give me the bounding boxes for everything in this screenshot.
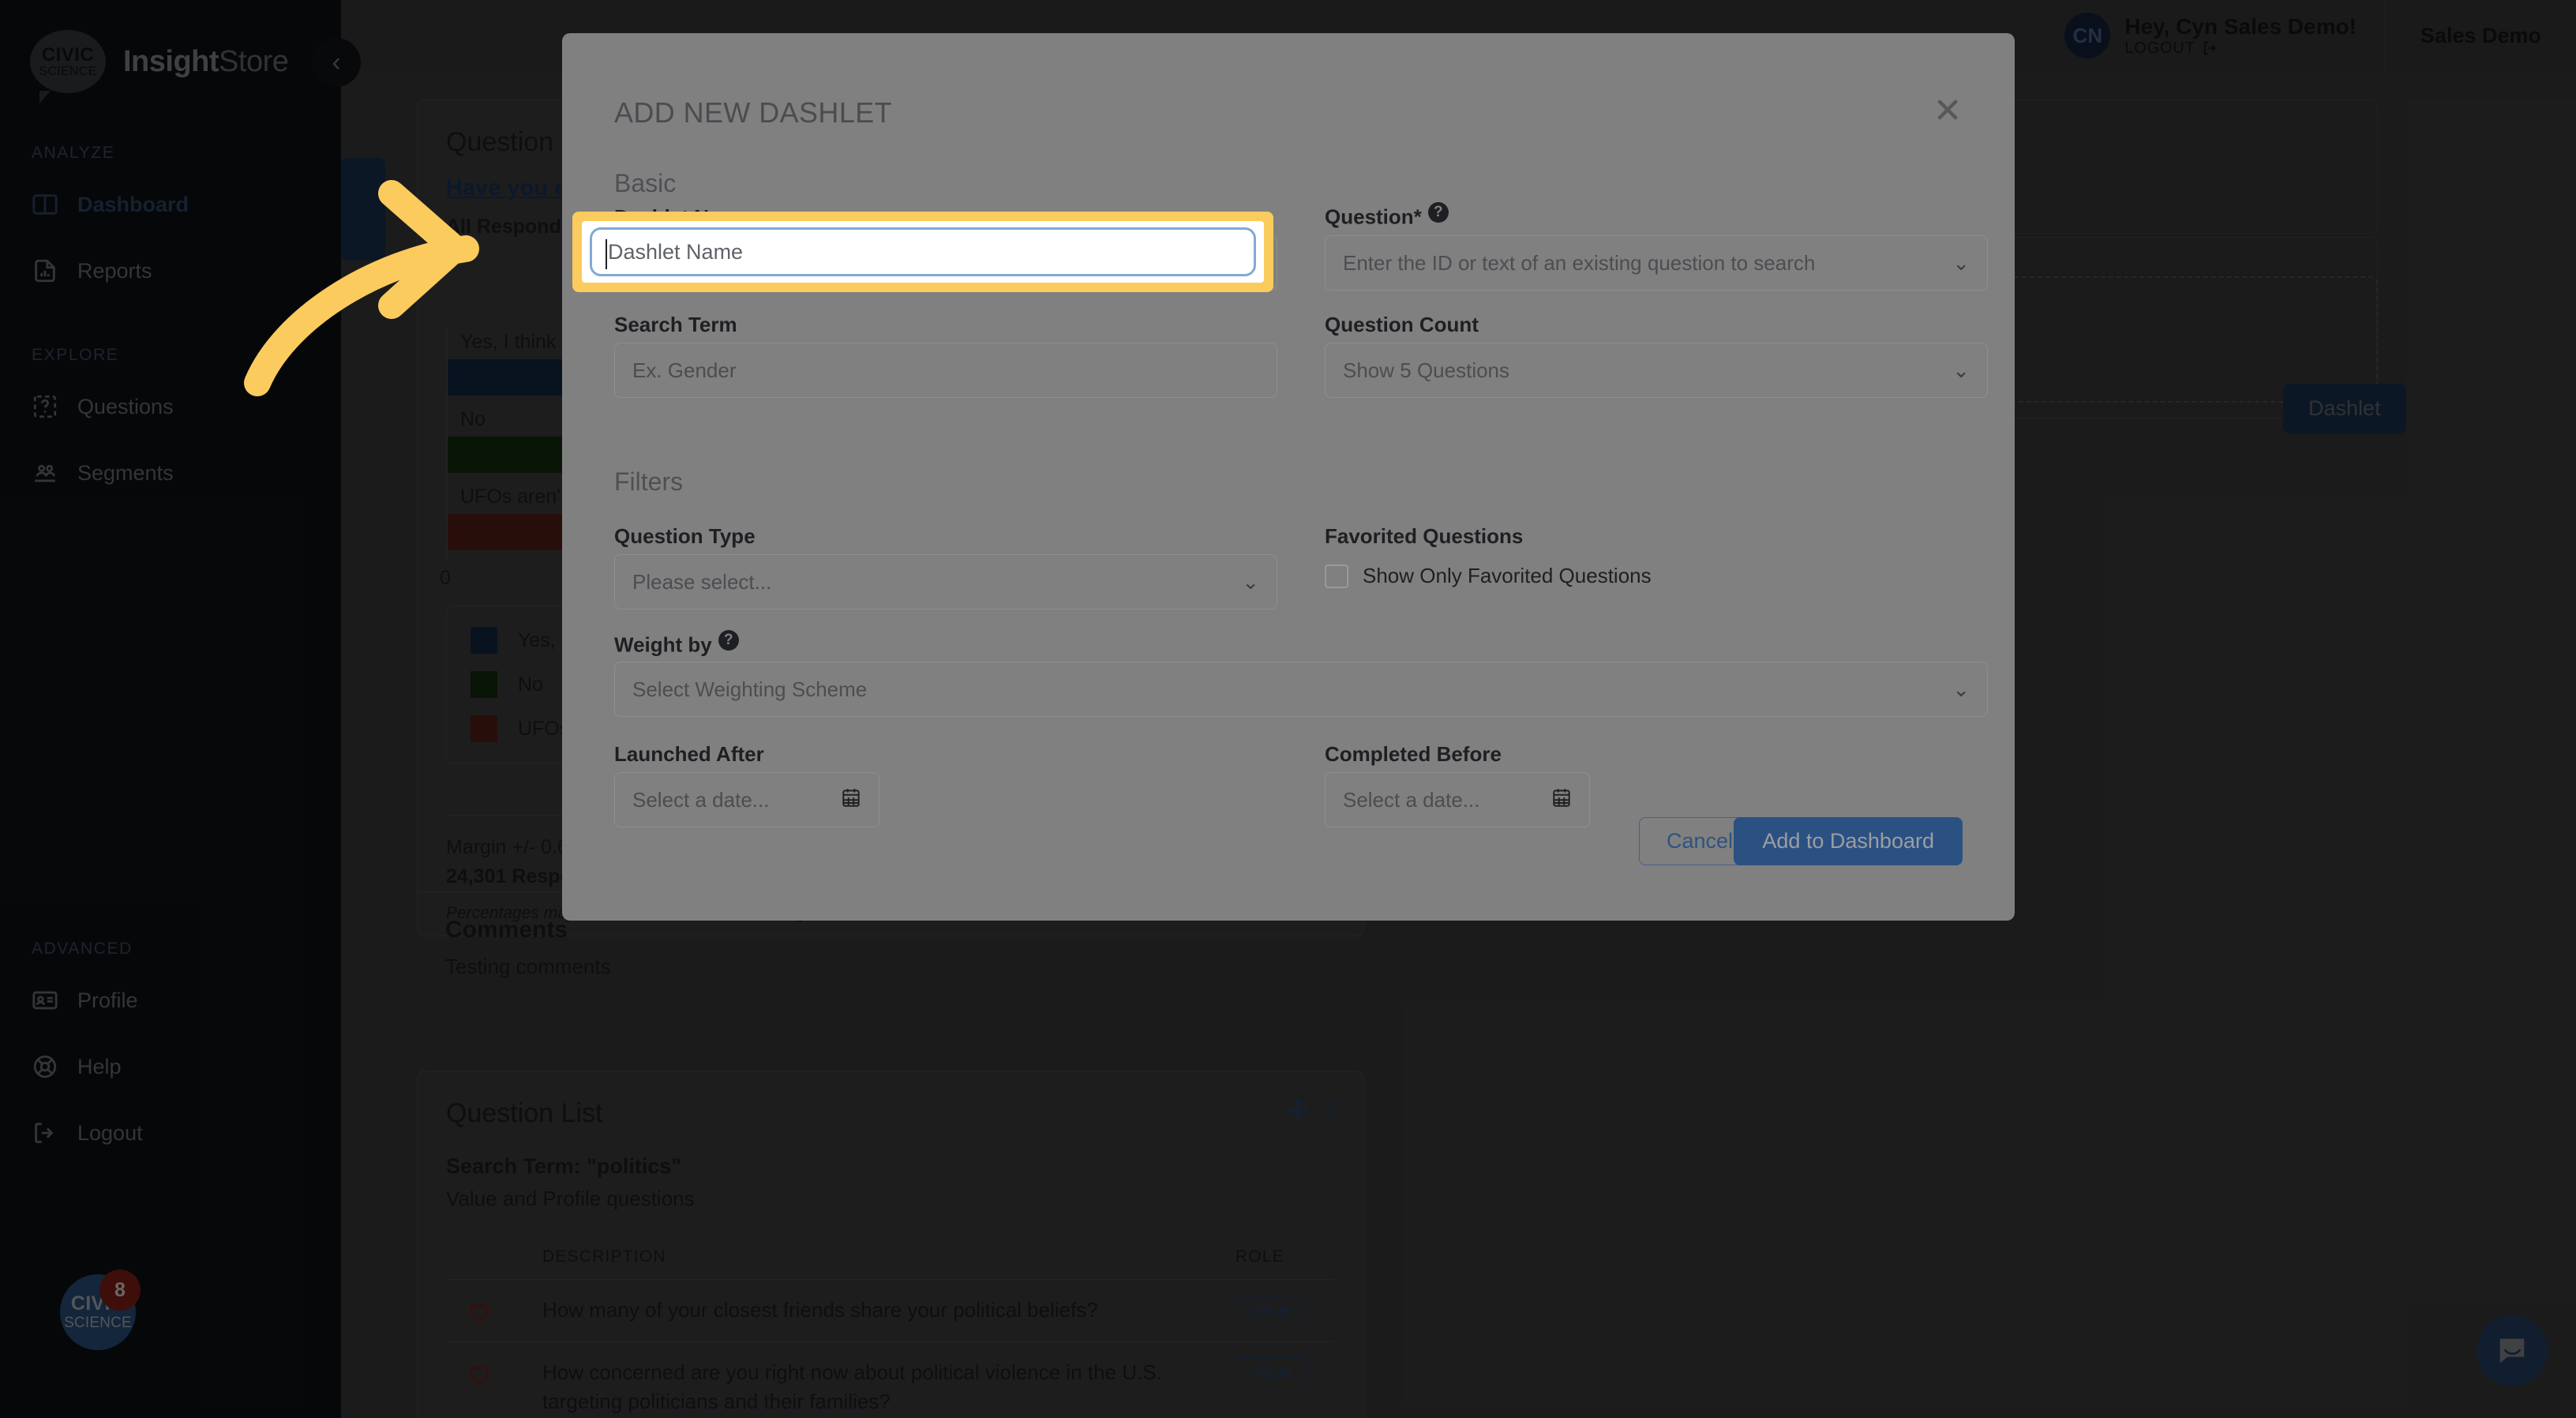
show-only-favorited-label: Show Only Favorited Questions bbox=[1363, 564, 1652, 587]
curved-arrow-icon bbox=[244, 180, 479, 396]
question-select[interactable]: Enter the ID or text of an existing ques… bbox=[1325, 235, 1988, 291]
completed-before-placeholder: Select a date... bbox=[1343, 787, 1480, 812]
required-marker: * bbox=[1413, 204, 1422, 229]
launched-after-label: Launched After bbox=[614, 742, 764, 766]
calendar-icon[interactable] bbox=[1551, 786, 1572, 814]
weight-by-label: Weight by? bbox=[614, 630, 739, 658]
text-caret bbox=[606, 239, 607, 269]
add-to-dashboard-button[interactable]: Add to Dashboard bbox=[1734, 817, 1963, 865]
weight-by-select[interactable]: Select Weighting Scheme ⌄ bbox=[614, 662, 1988, 717]
help-icon[interactable]: ? bbox=[1427, 202, 1449, 223]
section-title-filters: Filters bbox=[614, 467, 684, 496]
chevron-down-icon: ⌄ bbox=[1952, 677, 1970, 701]
question-label: Question*? bbox=[1325, 202, 1449, 230]
favorited-questions-label: Favorited Questions bbox=[1325, 524, 1524, 548]
completed-before-date-input[interactable]: Select a date... bbox=[1325, 772, 1590, 827]
show-only-favorited-checkbox[interactable] bbox=[1325, 564, 1348, 588]
app-root: CIVIC SCIENCE InsightStore ‹ ANALYZE Das… bbox=[0, 0, 2576, 1418]
question-type-label: Question Type bbox=[614, 524, 756, 548]
modal-title: ADD NEW DASHLET bbox=[614, 96, 893, 129]
chevron-down-icon: ⌄ bbox=[1952, 358, 1970, 382]
question-count-value: Show 5 Questions bbox=[1343, 358, 1510, 382]
weight-by-placeholder: Select Weighting Scheme bbox=[632, 677, 868, 701]
calendar-icon[interactable] bbox=[841, 786, 861, 814]
help-icon[interactable]: ? bbox=[718, 630, 739, 651]
launched-after-placeholder: Select a date... bbox=[632, 787, 770, 812]
section-title-basic: Basic bbox=[614, 169, 677, 197]
chevron-down-icon: ⌄ bbox=[1952, 250, 1970, 275]
dashlet-name-placeholder-highlighted: Dashlet Name bbox=[608, 239, 744, 264]
search-term-label: Search Term bbox=[614, 313, 737, 336]
show-only-favorited-checkbox-row[interactable]: Show Only Favorited Questions bbox=[1325, 564, 1652, 588]
search-term-placeholder: Ex. Gender bbox=[632, 358, 737, 382]
chevron-down-icon: ⌄ bbox=[1242, 569, 1259, 594]
dashlet-name-input-highlighted[interactable]: Dashlet Name bbox=[590, 227, 1256, 276]
question-type-value: Please select... bbox=[632, 569, 772, 594]
add-new-dashlet-modal: ADD NEW DASHLET ✕ Basic Dashlet Name Das… bbox=[562, 33, 2015, 921]
highlight-box: Dashlet Name bbox=[572, 212, 1273, 292]
question-count-label: Question Count bbox=[1325, 313, 1479, 336]
question-label-text: Question bbox=[1325, 204, 1414, 229]
weight-by-label-text: Weight by bbox=[614, 632, 712, 657]
search-term-input[interactable]: Ex. Gender bbox=[614, 343, 1277, 398]
question-type-select[interactable]: Please select... ⌄ bbox=[614, 554, 1277, 610]
question-placeholder: Enter the ID or text of an existing ques… bbox=[1343, 250, 1816, 275]
highlight-inner: Dashlet Name bbox=[582, 221, 1264, 283]
launched-after-date-input[interactable]: Select a date... bbox=[614, 772, 879, 827]
completed-before-label: Completed Before bbox=[1325, 742, 1502, 766]
close-icon[interactable]: ✕ bbox=[1926, 92, 1969, 134]
question-count-select[interactable]: Show 5 Questions ⌄ bbox=[1325, 343, 1988, 398]
